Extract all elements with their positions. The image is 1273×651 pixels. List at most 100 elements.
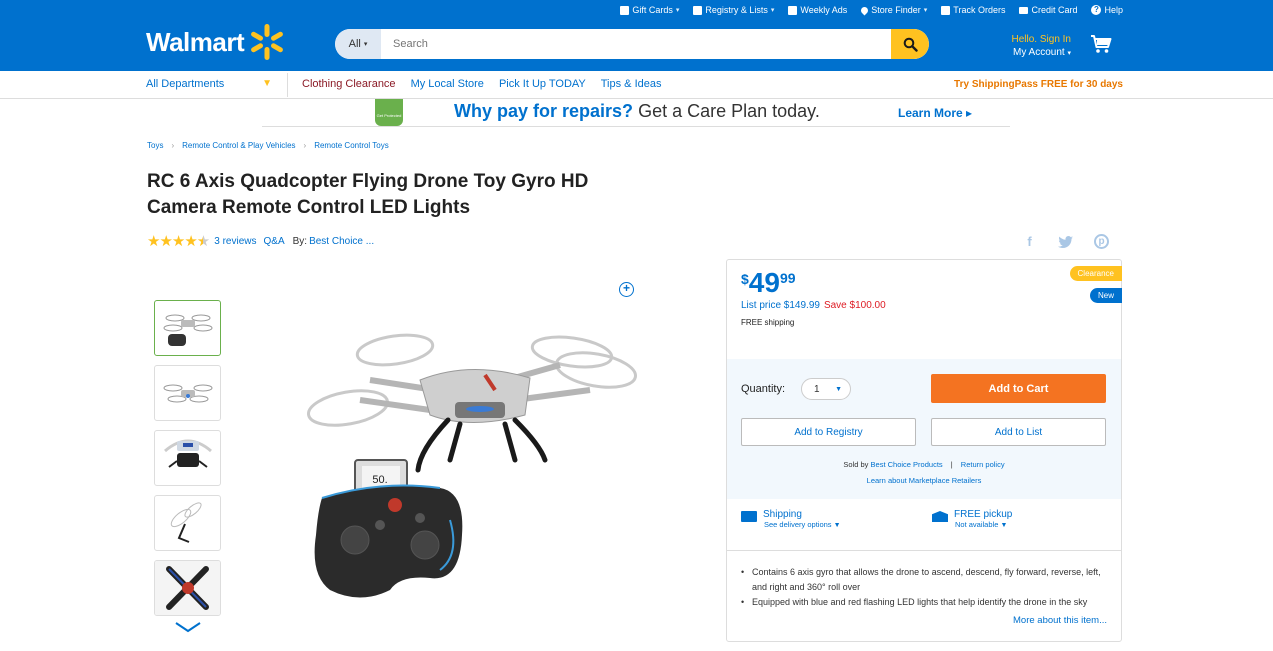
add-to-registry-button[interactable]: Add to Registry [741,418,916,446]
all-departments-dropdown[interactable]: All Departments ▼ [146,78,272,90]
search-scope-label: All [348,38,361,50]
product-image[interactable]: 50. [300,320,645,610]
quantity-select[interactable]: 1 ▼ [801,378,851,400]
price-cents: 99 [779,270,796,286]
all-departments-label: All Departments [146,78,225,90]
account-menu[interactable]: Hello. Sign In My Account ▾ [1003,33,1071,60]
product-highlights: Contains 6 axis gyro that allows the dro… [741,565,1111,610]
thumbnail-strip [154,300,221,625]
store-icon [932,511,948,522]
sold-by-label: Sold by [843,460,869,469]
nav-links: Clothing Clearance My Local Store Pick I… [302,78,661,90]
util-credit-card[interactable]: Credit Card [1019,5,1077,15]
department-nav: All Departments ▼ Clothing Clearance My … [0,71,1273,99]
new-flag: New [1089,288,1122,303]
util-store-finder[interactable]: Store Finder ▾ [859,5,927,15]
highlight-item: Equipped with blue and red flashing LED … [741,595,1111,610]
nav-link-tips-ideas[interactable]: Tips & Ideas [601,78,662,90]
registry-icon [693,5,703,15]
quantity-label: Quantity: [741,383,786,395]
walmart-logo[interactable]: Walmart [146,22,287,62]
shipping-title: Shipping [763,509,802,520]
remote-display-text: 50. [372,474,387,486]
util-help[interactable]: ? Help [1091,5,1123,15]
quantity-value: 1 [814,383,820,395]
chevron-down-icon: ▾ [675,7,680,14]
thumbnail-2[interactable] [154,365,221,421]
chevron-right-icon: › [171,141,175,150]
thumbnail-1[interactable] [154,300,221,356]
breadcrumb: Toys › Remote Control & Play Vehicles › … [147,141,389,150]
zoom-icon[interactable]: + [619,282,634,297]
marketplace-link[interactable]: Learn about Marketplace Retailers [727,476,1121,485]
cart-icon[interactable] [1090,34,1112,54]
util-weekly-ads[interactable]: Weekly Ads [788,5,847,15]
list-price: List price $149.99 [741,300,820,311]
delivery-options-link[interactable]: See delivery options ▼ [764,520,841,529]
nav-link-my-local-store[interactable]: My Local Store [411,78,484,90]
track-orders-icon [941,5,951,15]
search-icon [903,37,918,52]
banner-headline: Why pay for repairs? Get a Care Plan tod… [454,101,820,121]
add-to-cart-button[interactable]: Add to Cart [931,374,1106,403]
buy-box: $ 49 99 List price $149.99 Save $100.00 F… [726,259,1122,642]
truck-icon [741,511,757,522]
gift-icon [620,5,630,15]
sign-in-link[interactable]: Hello. Sign In [1003,33,1071,46]
star-rating-icon[interactable]: ★★★★★ [147,232,210,250]
location-pin-icon [859,5,870,15]
search-input[interactable] [381,29,891,59]
breadcrumb-rc-vehicles[interactable]: Remote Control & Play Vehicles [182,141,295,150]
top-header: Walmart Gift Cards ▾ Registry & Lists ▾ We… [0,0,1273,71]
thumbnail-4[interactable] [154,495,221,551]
shipping-pass-promo[interactable]: Try ShippingPass FREE for 30 days [954,79,1123,90]
pickup-option[interactable]: FREE pickup Not available ▼ [932,509,1012,529]
chevron-down-icon: ▼ [835,385,842,393]
banner-subline: Get a Care Plan today. [638,101,820,121]
more-about-item-link[interactable]: More about this item... [1007,615,1107,626]
return-policy-link[interactable]: Return policy [961,460,1005,469]
nav-link-pick-it-up-today[interactable]: Pick It Up TODAY [499,78,586,90]
by-label: By: [292,235,308,247]
thumbnail-5[interactable] [154,560,221,616]
thumbnail-3[interactable] [154,430,221,486]
pickup-title: FREE pickup [954,509,1013,520]
chevron-down-icon: ▼ [833,522,841,529]
util-track-orders[interactable]: Track Orders [941,5,1005,15]
price: $ 49 99 [741,269,796,297]
savings: Save $100.00 [823,300,886,311]
weekly-ads-icon [788,5,798,15]
thumbnails-scroll-down-icon[interactable] [173,620,203,634]
my-account-label: My Account [1013,47,1065,58]
util-registry[interactable]: Registry & Lists ▾ [693,5,774,15]
search-scope-dropdown[interactable]: All ▾ [335,29,381,59]
get-protected-badge: Get Protected [375,99,403,126]
utility-links: Gift Cards ▾ Registry & Lists ▾ Weekly Ads… [620,5,1123,15]
nav-link-clothing-clearance[interactable]: Clothing Clearance [302,78,396,90]
sold-by-row: Sold by Best Choice Products | Return po… [727,460,1121,469]
product-title: RC 6 Axis Quadcopter Flying Drone Toy Gy… [147,171,589,218]
qa-link[interactable]: Q&A [264,236,285,247]
add-to-list-button[interactable]: Add to List [931,418,1106,446]
pinterest-icon[interactable]: p [1094,234,1109,249]
twitter-icon[interactable] [1058,234,1073,249]
pickup-availability[interactable]: Not available ▼ [955,520,1012,529]
seller-link[interactable]: Best Choice Products [871,460,943,469]
care-plan-banner[interactable]: Get Protected Why pay for repairs? Get a… [262,99,1010,127]
shipping-option[interactable]: Shipping See delivery options ▼ [741,509,841,529]
learn-more-link[interactable]: Learn More ▸ [898,106,972,120]
credit-card-icon [1019,6,1029,14]
chevron-down-icon: ▾ [363,41,368,48]
facebook-icon[interactable]: f [1022,234,1037,249]
fulfillment-options: Shipping See delivery options ▼ FREE pic… [727,499,1121,551]
util-gift-cards[interactable]: Gift Cards ▾ [620,5,679,15]
breadcrumb-toys[interactable]: Toys [147,141,163,150]
free-shipping-label: FREE shipping [741,318,795,327]
chevron-down-icon: ▼ [1000,522,1008,529]
price-currency: $ [741,271,749,287]
clearance-flag: Clearance [1069,266,1122,281]
breadcrumb-rc-toys[interactable]: Remote Control Toys [314,141,389,150]
reviews-link[interactable]: 3 reviews [214,236,256,247]
search-button[interactable] [891,29,929,59]
brand-link[interactable]: Best Choice ... [309,236,374,247]
